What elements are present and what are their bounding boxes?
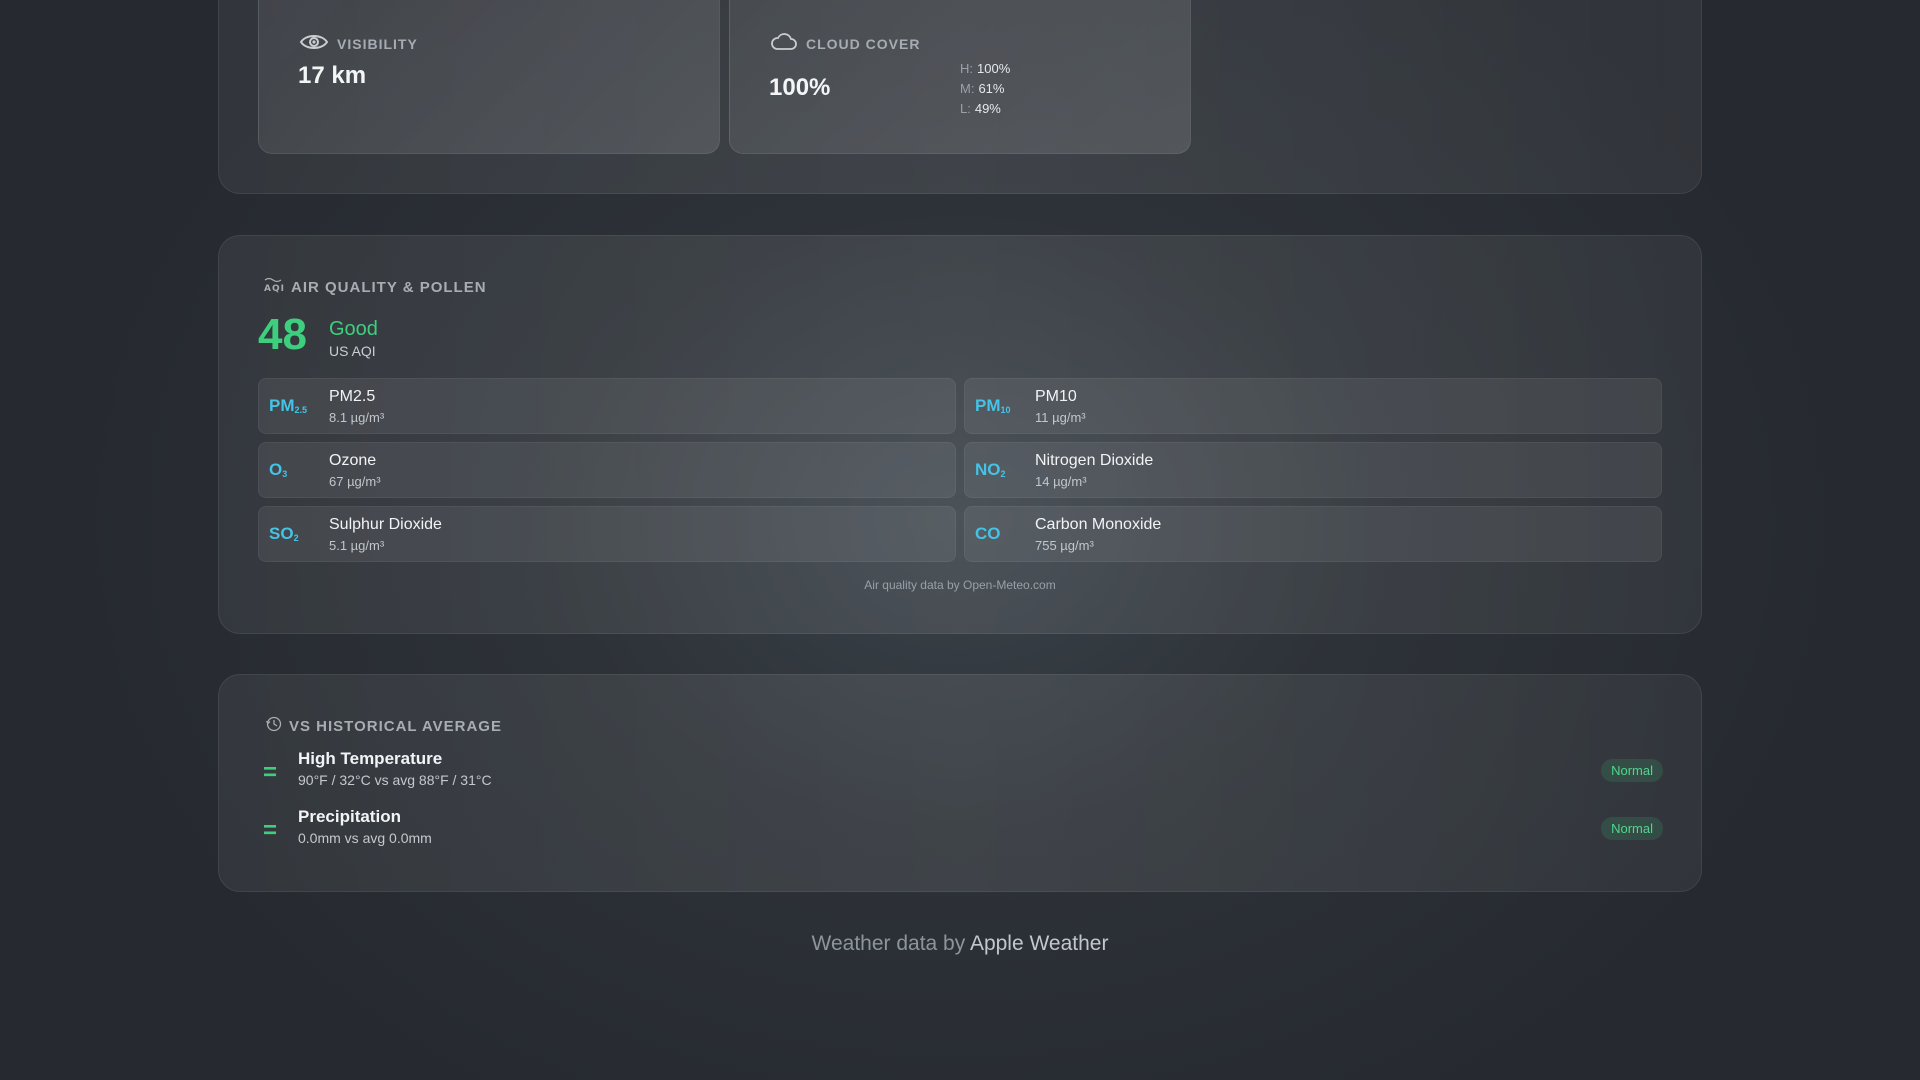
conditions-card: VISIBILITY 17 km CLOUD COVER 100% H: 100%… (218, 0, 1702, 194)
historical-title: VS HISTORICAL AVERAGE (289, 717, 502, 735)
visibility-label: VISIBILITY (337, 35, 418, 52)
pollutant-symbol: NO2 (975, 460, 1006, 479)
historical-row-precipitation: = Precipitation 0.0mm vs avg 0.0mm Norma… (219, 807, 1701, 855)
cloud-icon (770, 32, 798, 55)
svg-text:AQI: AQI (264, 284, 285, 294)
cloud-cover-label: CLOUD COVER (806, 35, 921, 52)
footer-attribution: Weather data by Apple Weather (0, 932, 1920, 956)
aqi-status: Good (329, 318, 378, 340)
pollutant-symbol: PM10 (975, 396, 1011, 415)
historical-row-detail: 0.0mm vs avg 0.0mm (298, 830, 432, 846)
pollutant-symbol: O3 (269, 460, 288, 479)
pollutant-value: 5.1 µg/m³ (329, 538, 385, 553)
footer-prefix: Weather data by (811, 932, 966, 955)
air-quality-card: AQI AIR QUALITY & POLLEN 48 Good US AQI … (218, 235, 1702, 634)
pollutant-name: Ozone (329, 452, 377, 469)
cloud-levels: H: 100% M: 61% L: 49% (960, 59, 1010, 119)
eye-icon (299, 32, 329, 55)
aqi-scale: US AQI (329, 343, 376, 359)
footer-brand-link[interactable]: Apple Weather (970, 932, 1109, 955)
air-quality-header: AQI AIR QUALITY & POLLEN (263, 276, 487, 298)
cloud-cover-label-row: CLOUD COVER (770, 32, 920, 55)
pollutant-name: PM10 (1035, 388, 1077, 405)
cloud-level-mid: M: 61% (960, 81, 1005, 96)
historical-average-card: VS HISTORICAL AVERAGE = High Temperature… (218, 674, 1702, 892)
pollutant-symbol: SO2 (269, 524, 299, 543)
visibility-tile: VISIBILITY 17 km (258, 0, 720, 154)
equal-indicator-icon: = (263, 759, 278, 786)
pollutant-value: 11 µg/m³ (1035, 410, 1086, 425)
pollutant-value: 755 µg/m³ (1035, 538, 1094, 553)
aqi-icon: AQI (263, 276, 285, 298)
historical-row-title: Precipitation (298, 807, 401, 826)
visibility-value: 17 km (298, 62, 367, 89)
pollutant-pm10: PM10 PM10 11 µg/m³ (964, 378, 1662, 434)
historical-header: VS HISTORICAL AVERAGE (265, 715, 502, 737)
historical-row-title: High Temperature (298, 749, 443, 768)
historical-row-detail: 90°F / 32°C vs avg 88°F / 31°C (298, 772, 492, 788)
pollutant-no2: NO2 Nitrogen Dioxide 14 µg/m³ (964, 442, 1662, 498)
pollutant-ozone: O3 Ozone 67 µg/m³ (258, 442, 956, 498)
pollutant-value: 14 µg/m³ (1035, 474, 1087, 489)
air-quality-title: AIR QUALITY & POLLEN (291, 278, 487, 296)
pollutant-name: PM2.5 (329, 388, 376, 405)
air-quality-attribution[interactable]: Air quality data by Open-Meteo.com (219, 578, 1701, 592)
visibility-label-row: VISIBILITY (299, 32, 418, 55)
historical-row-high-temp: = High Temperature 90°F / 32°C vs avg 88… (219, 749, 1701, 797)
cloud-cover-value: 100% (769, 74, 831, 101)
pollutant-co: CO Carbon Monoxide 755 µg/m³ (964, 506, 1662, 562)
pollutant-value: 8.1 µg/m³ (329, 410, 385, 425)
pollutant-value: 67 µg/m³ (329, 474, 381, 489)
cloud-cover-tile: CLOUD COVER 100% H: 100% M: 61% L: 49% (729, 0, 1191, 154)
status-badge: Normal (1601, 759, 1663, 782)
pollutant-symbol: CO (975, 524, 1001, 543)
history-icon (265, 715, 283, 737)
status-badge: Normal (1601, 817, 1663, 840)
pollutant-name: Sulphur Dioxide (329, 516, 442, 533)
pollutant-symbol: PM2.5 (269, 396, 308, 415)
pollutant-name: Carbon Monoxide (1035, 516, 1162, 533)
aqi-value: 48 (258, 310, 307, 359)
pollutant-pm25: PM2.5 PM2.5 8.1 µg/m³ (258, 378, 956, 434)
cloud-level-low: L: 49% (960, 101, 1001, 116)
cloud-level-high: H: 100% (960, 61, 1011, 76)
pollutant-name: Nitrogen Dioxide (1035, 452, 1154, 469)
equal-indicator-icon: = (263, 817, 278, 844)
pollutant-so2: SO2 Sulphur Dioxide 5.1 µg/m³ (258, 506, 956, 562)
